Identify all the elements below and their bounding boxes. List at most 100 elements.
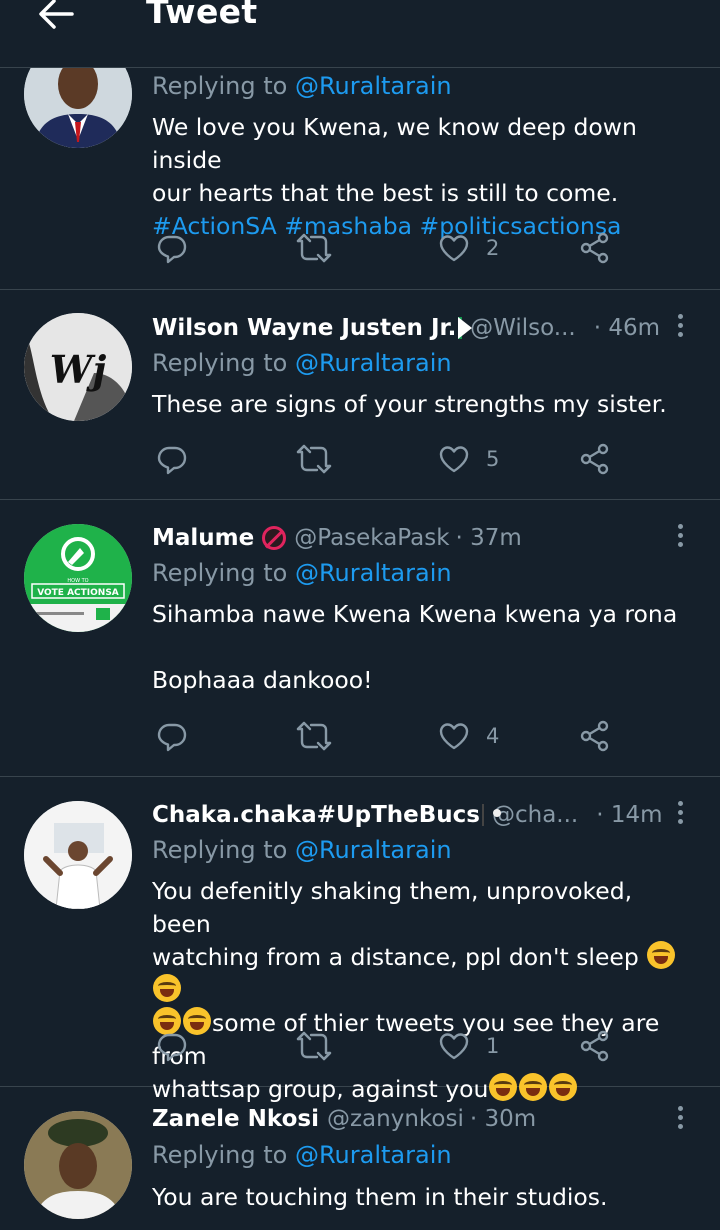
user-handle[interactable]: @Wilso...	[470, 315, 576, 341]
tweet-text: We love you Kwena, we know deep down ins…	[152, 111, 697, 243]
replying-to: Replying to @Ruraltarain	[152, 559, 452, 587]
avatar[interactable]	[24, 1111, 132, 1219]
reply-icon	[156, 1030, 188, 1062]
tweet-time: · 14m	[596, 802, 663, 828]
tweet-text-fragment: watching from a distance, ppl don't slee…	[152, 943, 639, 971]
retweet-button[interactable]	[296, 228, 332, 268]
user-handle[interactable]: @cha...	[492, 802, 578, 828]
more-options-button[interactable]	[670, 799, 690, 829]
like-button[interactable]: 5	[438, 439, 499, 479]
retweet-button[interactable]	[296, 1026, 332, 1066]
user-handle[interactable]: @PasekaPask	[294, 525, 449, 551]
replying-prefix: Replying to	[152, 836, 288, 864]
more-dot	[677, 801, 683, 806]
svg-text:Wj: Wj	[50, 347, 107, 392]
back-button[interactable]	[36, 0, 76, 30]
like-button[interactable]: 1	[438, 1026, 499, 1066]
like-button[interactable]: 4	[438, 716, 499, 756]
share-button[interactable]	[579, 439, 611, 479]
like-count: 1	[486, 1034, 500, 1058]
more-dot	[677, 1106, 683, 1111]
tweet-text: You are touching them in their studios.	[152, 1181, 697, 1214]
retweet-button[interactable]	[296, 439, 332, 479]
tweet-header: Chaka.chaka#UpTheBucs @cha... · 14m	[152, 800, 663, 830]
share-icon	[579, 232, 611, 264]
tweet-reply[interactable]: HOW TO VOTE ACTIONSA Malume @PasekaPask …	[0, 500, 720, 777]
like-button[interactable]: 2	[438, 228, 499, 268]
like-count: 4	[486, 724, 500, 748]
laughing-emoji-icon	[153, 974, 181, 1002]
more-dot	[677, 524, 683, 529]
tweet-text: You defenitly shaking them, unprovoked, …	[152, 875, 697, 1106]
tweet-reply[interactable]: Wj Wilson Wayne Justen Jr. @Wilso... · 4…	[0, 290, 720, 500]
heart-icon	[438, 1030, 470, 1062]
more-dot	[677, 819, 683, 824]
share-button[interactable]	[579, 716, 611, 756]
retweet-button[interactable]	[296, 716, 332, 756]
mention-link[interactable]: @Ruraltarain	[295, 836, 452, 864]
tweet-time: · 46m	[593, 315, 660, 341]
laughing-emoji-icon	[647, 941, 676, 969]
tweet-header: Malume @PasekaPask · 37m	[152, 523, 660, 553]
mention-link[interactable]: @Ruraltarain	[295, 72, 452, 100]
user-handle[interactable]: @zanynkosi	[327, 1106, 464, 1132]
replying-prefix: Replying to	[152, 1141, 288, 1169]
mention-link[interactable]: @Ruraltarain	[295, 559, 452, 587]
avatar[interactable]: HOW TO VOTE ACTIONSA	[24, 524, 132, 632]
avatar[interactable]: Wj	[24, 313, 132, 421]
more-options-button[interactable]	[670, 312, 690, 342]
reply-button[interactable]	[156, 716, 188, 756]
share-button[interactable]	[579, 1026, 611, 1066]
pirate-flag-icon	[481, 804, 501, 826]
heart-icon	[438, 232, 470, 264]
reply-icon	[156, 443, 188, 475]
replying-prefix: Replying to	[152, 559, 288, 587]
tweet-text-line: watching from a distance, ppl don't slee…	[152, 941, 697, 1007]
more-dot	[677, 314, 683, 319]
tweet-text-line: We love you Kwena, we know deep down ins…	[152, 113, 637, 174]
more-dot	[677, 810, 683, 815]
tweet-text-line: These are signs of your strengths my sis…	[152, 390, 667, 418]
share-icon	[579, 1030, 611, 1062]
heart-icon	[438, 720, 470, 752]
tweet-reply[interactable]: Chaka.chaka#UpTheBucs @cha... · 14m Repl…	[0, 777, 720, 1103]
tweet-text: These are signs of your strengths my sis…	[152, 388, 697, 421]
retweet-icon	[296, 443, 332, 475]
display-name[interactable]: Wilson Wayne Justen Jr.	[152, 315, 456, 341]
reply-button[interactable]	[156, 439, 188, 479]
more-dot	[677, 1124, 683, 1129]
tweet-actions: 1	[152, 1026, 622, 1066]
tweet-header: Zanele Nkosi @zanynkosi · 30m	[152, 1104, 660, 1134]
user-photo: Wj	[24, 313, 132, 421]
mention-link[interactable]: @Ruraltarain	[295, 1141, 452, 1169]
mention-link[interactable]: @Ruraltarain	[295, 349, 452, 377]
page-title: Tweet	[146, 0, 258, 31]
reply-button[interactable]	[156, 228, 188, 268]
more-dot	[677, 323, 683, 328]
tweet-text-line: Sihamba nawe Kwena Kwena kwena ya rona	[152, 600, 678, 628]
actionsa-logo-photo: HOW TO VOTE ACTIONSA	[24, 524, 132, 632]
more-dot	[677, 1115, 683, 1120]
reply-icon	[156, 720, 188, 752]
tweet-reply[interactable]: Replying to @Ruraltarain We love you Kwe…	[0, 40, 720, 290]
tweet-time: · 37m	[455, 525, 522, 551]
tweet-text-line: You defenitly shaking them, unprovoked, …	[152, 877, 633, 938]
share-icon	[579, 720, 611, 752]
tweet-actions: 5	[152, 439, 622, 479]
top-app-bar: Tweet	[0, 0, 720, 68]
share-button[interactable]	[579, 228, 611, 268]
tweet-text-line: Bophaaa dankooo!	[152, 666, 373, 694]
tweet-text-line: our hearts that the best is still to com…	[152, 179, 619, 207]
more-options-button[interactable]	[670, 1104, 690, 1134]
display-name[interactable]: Zanele Nkosi	[152, 1106, 319, 1132]
display-name[interactable]: Chaka.chaka#UpTheBucs	[152, 802, 480, 828]
reply-button[interactable]	[156, 1026, 188, 1066]
display-name[interactable]: Malume	[152, 525, 254, 551]
replying-to: Replying to @Ruraltarain	[152, 349, 452, 377]
replying-to: Replying to @Ruraltarain	[152, 72, 452, 100]
more-options-button[interactable]	[670, 522, 690, 552]
avatar[interactable]	[24, 801, 132, 909]
tweet-reply[interactable]: Zanele Nkosi @zanynkosi · 30m Replying t…	[0, 1087, 720, 1230]
retweet-icon	[296, 720, 332, 752]
tweet-actions: 2	[152, 228, 622, 268]
